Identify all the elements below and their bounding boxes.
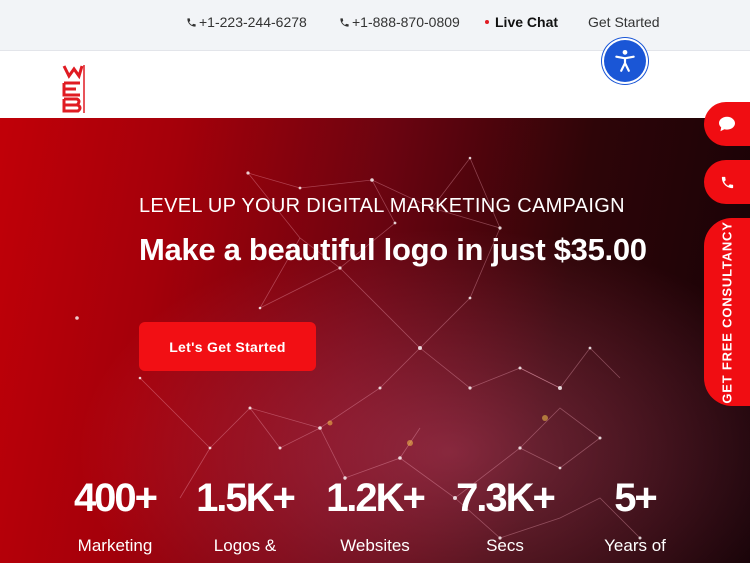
stat-item: 400+ Marketing: [50, 476, 180, 556]
stat-value: 5+: [614, 476, 658, 520]
hero-eyebrow: LEVEL UP YOUR DIGITAL MARKETING CAMPAIGN: [139, 195, 625, 217]
stat-value: 1.5K+: [196, 476, 296, 520]
accessibility-icon: [615, 49, 635, 72]
free-consultancy-tab[interactable]: GET FREE CONSULTANCY: [704, 218, 750, 406]
stat-item: 1.2K+ Websites: [310, 476, 440, 556]
phone-icon: [187, 18, 196, 27]
chat-tab[interactable]: [704, 102, 750, 146]
hero-headline: Make a beautiful logo in just $35.00: [139, 232, 647, 267]
call-tab[interactable]: [704, 160, 750, 204]
stat-value: 1.2K+: [326, 476, 426, 520]
stat-label: Years of: [604, 536, 666, 555]
phone-link-1[interactable]: +1-223-244-6278: [186, 14, 307, 30]
free-consultancy-label: GET FREE CONSULTANCY: [719, 220, 735, 404]
stat-value: 7.3K+: [456, 476, 556, 520]
stat-label: Logos &: [213, 536, 277, 555]
phone-number-1: +1-223-244-6278: [199, 14, 307, 30]
chat-icon: [719, 116, 735, 132]
stat-item: 5+ Years of: [570, 476, 700, 556]
phone-number-2: +1-888-870-0809: [352, 14, 460, 30]
stat-item: 7.3K+ Secs: [440, 476, 570, 556]
accessibility-button[interactable]: [604, 40, 646, 82]
live-chat-label: Live Chat: [495, 14, 559, 30]
get-started-link[interactable]: Get Started: [588, 14, 660, 30]
stat-label: Websites: [340, 536, 410, 555]
site-logo[interactable]: [60, 63, 88, 115]
stat-value: 400+: [73, 476, 158, 520]
status-dot: [485, 20, 489, 24]
phone-icon: [340, 18, 349, 27]
stat-label: Secs: [486, 536, 524, 555]
live-chat-link[interactable]: Live Chat: [485, 14, 558, 30]
hero-section: LEVEL UP YOUR DIGITAL MARKETING CAMPAIGN…: [0, 118, 750, 563]
stat-item: 1.5K+ Logos &: [180, 476, 310, 556]
get-started-button[interactable]: Let's Get Started: [139, 322, 316, 371]
stat-label: Marketing: [77, 536, 153, 555]
phone-link-2[interactable]: +1-888-870-0809: [339, 14, 460, 30]
phone-icon: [721, 176, 733, 188]
